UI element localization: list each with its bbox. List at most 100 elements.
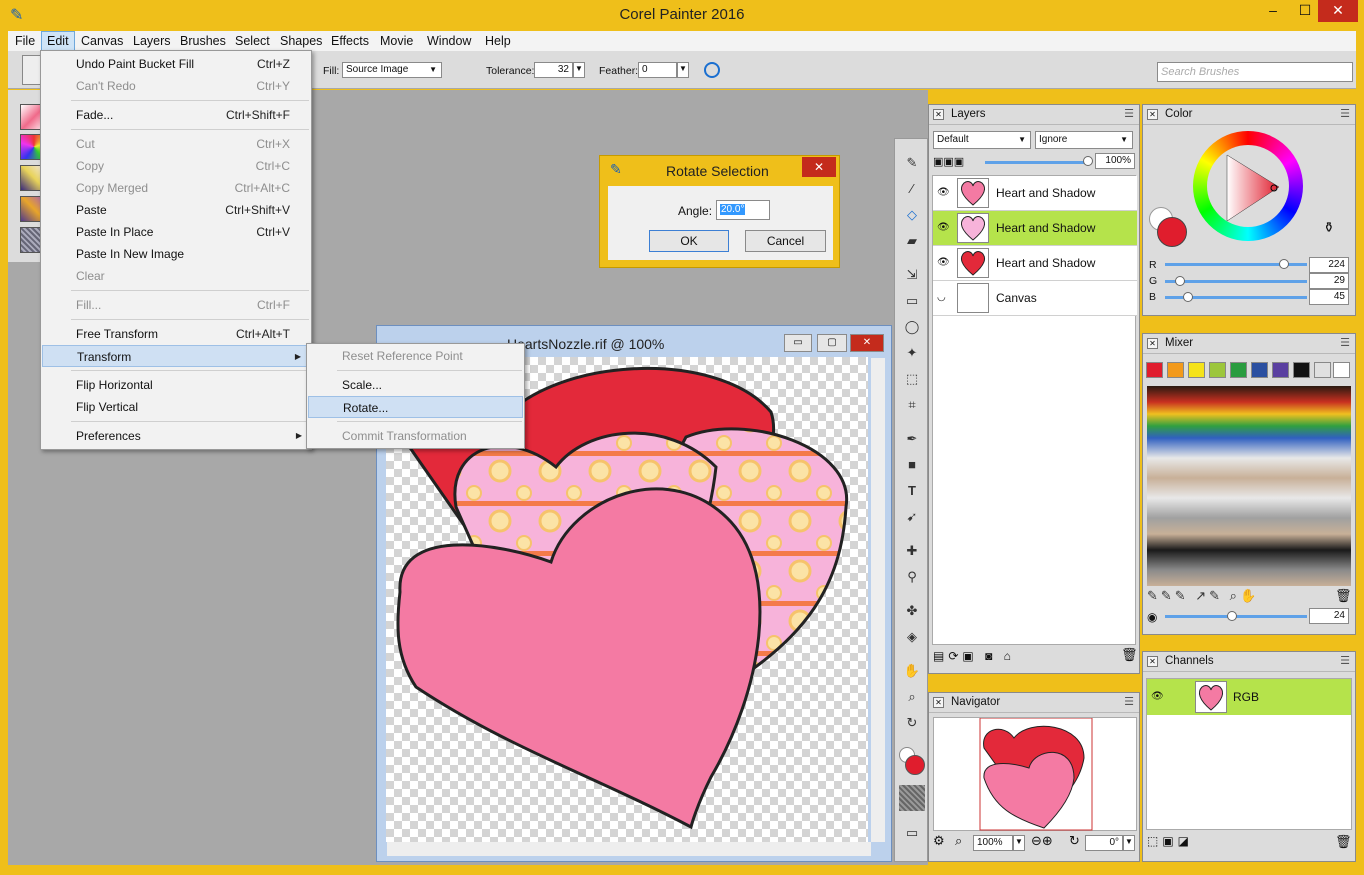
navigator-preview[interactable] xyxy=(933,717,1137,831)
zoom-dropdown[interactable]: ▼ xyxy=(1013,835,1025,851)
menu-layers[interactable]: Layers xyxy=(128,31,176,51)
layer-row-canvas[interactable]: ◡ Canvas xyxy=(933,281,1137,316)
mixer-swatch[interactable] xyxy=(1333,362,1350,378)
rubber-stamp-icon[interactable]: ⚲ xyxy=(899,567,925,587)
menu-movie[interactable]: Movie xyxy=(375,31,418,51)
mixer-swatch[interactable] xyxy=(1209,362,1226,378)
composite-depth-select[interactable]: Ignore ▼ xyxy=(1035,131,1133,149)
shape-tool-icon[interactable]: ■ xyxy=(899,455,925,475)
panel-menu-icon[interactable]: ☰ xyxy=(1340,336,1350,349)
menu-item-transform[interactable]: Transform ▶ xyxy=(42,345,310,367)
layer-row[interactable]: 👁 Heart and Shadow xyxy=(933,246,1137,281)
menu-help[interactable]: Help xyxy=(480,31,516,51)
cancel-button[interactable]: Cancel xyxy=(745,230,826,252)
channel-actions[interactable]: ⬚▣◪ xyxy=(1147,834,1193,848)
menu-select[interactable]: Select xyxy=(230,31,275,51)
menu-window[interactable]: Window xyxy=(422,31,476,51)
menu-item-paste-new-image[interactable]: Paste In New Image xyxy=(42,243,310,265)
menu-item-fill[interactable]: Fill... Ctrl+F xyxy=(42,294,310,316)
menu-item-undo[interactable]: Undo Paint Bucket Fill Ctrl+Z xyxy=(42,53,310,75)
grabber-tool-icon[interactable]: ✋ xyxy=(899,661,925,681)
panel-close-icon[interactable]: ✕ xyxy=(933,109,944,120)
rotate-page-icon[interactable]: ↻ xyxy=(899,713,925,733)
mixer-swatch[interactable] xyxy=(1314,362,1331,378)
eye-icon[interactable]: 👁 xyxy=(1151,691,1164,702)
search-brushes-input[interactable]: Search Brushes xyxy=(1157,62,1353,82)
menu-file[interactable]: File xyxy=(10,31,40,51)
channel-row[interactable]: 👁 RGB xyxy=(1147,679,1351,715)
panel-menu-icon[interactable]: ☰ xyxy=(1340,107,1350,120)
clone-color-icon[interactable]: ⚱ xyxy=(1323,219,1335,236)
green-slider[interactable] xyxy=(1165,280,1307,283)
panel-close-icon[interactable]: ✕ xyxy=(1147,109,1158,120)
media-selector-icon[interactable]: ▭ xyxy=(899,823,925,843)
doc-maximize-button[interactable]: ▢ xyxy=(817,334,847,352)
menu-brushes[interactable]: Brushes xyxy=(175,31,231,51)
menu-item-reset-reference-point[interactable]: Reset Reference Point xyxy=(308,345,523,367)
horizontal-scrollbar[interactable] xyxy=(387,842,871,856)
rotate-view-icon[interactable]: ↻ xyxy=(1069,833,1080,849)
saturation-triangle[interactable] xyxy=(1207,145,1289,227)
doc-close-button[interactable]: ✕ xyxy=(850,334,884,352)
transform-tool-icon[interactable]: ⬚ xyxy=(899,369,925,389)
paint-bucket-icon[interactable]: ◇ xyxy=(899,205,925,225)
reset-tool-icon[interactable] xyxy=(704,62,720,78)
menu-item-commit-transformation[interactable]: Commit Transformation xyxy=(308,425,523,447)
menu-item-paste-in-place[interactable]: Paste In Place Ctrl+V xyxy=(42,221,310,243)
fill-select[interactable]: Source Image ▼ xyxy=(342,62,442,78)
dropper-tool-icon[interactable]: ⁄ xyxy=(899,179,925,199)
opacity-input[interactable]: 100% xyxy=(1095,153,1135,169)
eye-closed-icon[interactable]: ◡ xyxy=(937,292,946,303)
dodge-tool-icon[interactable]: ✤ xyxy=(899,601,925,621)
menu-item-clear[interactable]: Clear xyxy=(42,265,310,287)
blue-slider-handle[interactable] xyxy=(1183,292,1193,302)
mixer-swatch[interactable] xyxy=(1167,362,1184,378)
mixer-swatch[interactable] xyxy=(1188,362,1205,378)
menu-edit[interactable]: Edit xyxy=(41,31,75,51)
feather-input[interactable]: 0 xyxy=(638,62,677,78)
red-slider-handle[interactable] xyxy=(1279,259,1289,269)
layer-adjuster-icon[interactable]: ⇲ xyxy=(899,265,925,285)
angle-input[interactable]: 20.0° xyxy=(716,200,770,220)
opacity-slider-handle[interactable] xyxy=(1083,156,1093,166)
mixer-size-value[interactable]: 24 xyxy=(1309,608,1349,624)
feather-dropdown[interactable]: ▼ xyxy=(677,62,689,78)
green-slider-handle[interactable] xyxy=(1175,276,1185,286)
mixer-tools[interactable]: ✎✎✎ ↗✎ ⌕✋ xyxy=(1147,588,1259,604)
eye-icon[interactable]: 👁 xyxy=(937,257,950,268)
menu-item-copy-merged[interactable]: Copy Merged Ctrl+Alt+C xyxy=(42,177,310,199)
layer-row-selected[interactable]: 👁 Heart and Shadow xyxy=(933,211,1137,246)
text-tool-icon[interactable]: T xyxy=(899,481,925,501)
eraser-tool-icon[interactable]: ▰ xyxy=(899,231,925,251)
green-value[interactable]: 29 xyxy=(1309,273,1349,289)
panel-close-icon[interactable]: ✕ xyxy=(1147,656,1158,667)
menu-effects[interactable]: Effects xyxy=(326,31,374,51)
minimize-button[interactable]: – xyxy=(1258,0,1288,22)
panel-close-icon[interactable]: ✕ xyxy=(1147,338,1158,349)
mixer-canvas[interactable] xyxy=(1147,386,1351,586)
layer-actions-bar[interactable]: ▤⟳▣ ◙ ⌂ xyxy=(933,649,1015,663)
main-color-swatch[interactable] xyxy=(905,755,925,775)
rotation-dropdown[interactable]: ▼ xyxy=(1123,835,1135,851)
mirror-tool-icon[interactable]: ◈ xyxy=(899,627,925,647)
lasso-tool-icon[interactable]: ◯ xyxy=(899,317,925,337)
menu-item-flip-vertical[interactable]: Flip Vertical xyxy=(42,396,310,418)
tolerance-input[interactable]: 32 xyxy=(534,62,573,78)
menu-item-redo[interactable]: Can't Redo Ctrl+Y xyxy=(42,75,310,97)
zoom-out-in-icons[interactable]: ⊖⊕ xyxy=(1031,833,1053,849)
mixer-swatch[interactable] xyxy=(1272,362,1289,378)
menu-item-fade[interactable]: Fade... Ctrl+Shift+F xyxy=(42,104,310,126)
mixer-swatch[interactable] xyxy=(1251,362,1268,378)
menu-item-paste[interactable]: Paste Ctrl+Shift+V xyxy=(42,199,310,221)
shape-selection-icon[interactable]: ➹ xyxy=(899,507,925,527)
ok-button[interactable]: OK xyxy=(649,230,729,252)
crop-tool-icon[interactable]: ⌗ xyxy=(899,395,925,415)
mixer-clear-icon[interactable]: 🗑 xyxy=(1335,588,1352,604)
rectangular-selection-icon[interactable]: ▭ xyxy=(899,291,925,311)
magic-wand-icon[interactable]: ✦ xyxy=(899,343,925,363)
dialog-close-button[interactable]: ✕ xyxy=(802,157,836,177)
cloner-tool-icon[interactable]: ✚ xyxy=(899,541,925,561)
doc-minimize-button[interactable]: ▭ xyxy=(784,334,812,352)
composite-method-select[interactable]: Default ▼ xyxy=(933,131,1031,149)
pen-tool-icon[interactable]: ✒ xyxy=(899,429,925,449)
